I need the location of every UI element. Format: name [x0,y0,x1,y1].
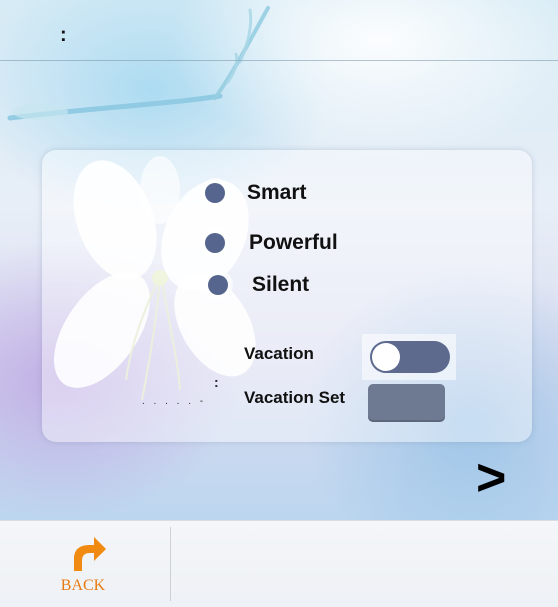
radio-smart[interactable] [205,183,225,203]
bottom-bar: BACK [0,520,558,607]
back-label: BACK [60,577,106,594]
back-arrow-icon [74,537,106,571]
mode-label-powerful: Powerful [249,231,338,254]
mode-option-powerful[interactable]: Powerful [205,231,338,255]
vacation-toggle-frame [362,334,456,380]
mode-option-silent[interactable]: Silent [208,273,309,297]
decor-dots: . . . . . - [142,396,207,407]
mode-label-smart: Smart [247,181,307,204]
header-title: : [60,24,67,46]
radio-powerful[interactable] [205,233,225,253]
vacation-toggle[interactable] [370,341,450,373]
mode-option-smart[interactable]: Smart [205,181,307,205]
next-button[interactable]: > [476,452,506,504]
vacation-set-label: Vacation Set [244,388,346,407]
vacation-set-button[interactable] [368,384,445,422]
radio-silent[interactable] [208,275,228,295]
vacation-label: Vacation [244,344,314,363]
top-bar: : [0,0,558,61]
toggle-knob [372,343,400,371]
footer-divider [170,527,171,601]
background-scene: : Smart Powerful Silent Vacation . . . .… [0,0,558,520]
mode-label-silent: Silent [252,273,310,296]
back-button[interactable]: BACK [48,531,118,601]
decor-colon: : [214,374,219,390]
